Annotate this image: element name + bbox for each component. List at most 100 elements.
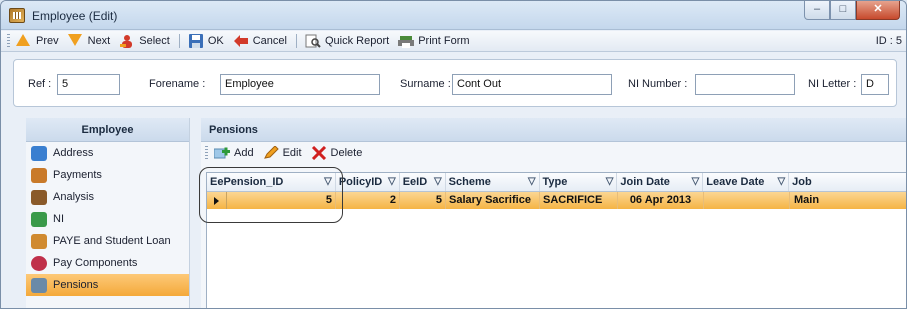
filter-funnel-icon[interactable]: ▽ (692, 176, 700, 187)
cell-leave-date[interactable] (704, 192, 790, 209)
sidebar-item-pay-components[interactable]: Pay Components (26, 252, 189, 274)
minimize-button[interactable]: – (804, 1, 830, 20)
pensions-grid: EePension_ID ▽ PolicyID ▽ EeID ▽ Scheme … (206, 172, 906, 308)
ni-letter-field[interactable]: D (861, 74, 889, 95)
edit-button[interactable]: Edit (263, 145, 302, 160)
column-header-scheme[interactable]: Scheme ▽ (446, 173, 540, 191)
save-disk-icon (188, 34, 204, 48)
window-controls: – □ ✕ (804, 1, 900, 20)
filter-funnel-icon[interactable]: ▽ (777, 176, 785, 187)
maximize-button[interactable]: □ (830, 1, 856, 20)
close-button[interactable]: ✕ (856, 1, 900, 20)
filter-funnel-icon[interactable]: ▽ (434, 176, 442, 187)
pensions-panel: Pensions Add Edit Delete EePension_ID ▽ … (201, 118, 906, 308)
column-label: Scheme (448, 176, 491, 188)
next-button[interactable]: Next (67, 34, 111, 48)
report-magnifier-icon (305, 34, 321, 48)
cancel-back-arrow-icon (233, 34, 249, 48)
quick-report-label: Quick Report (324, 35, 390, 47)
record-id: ID : 5 (875, 35, 902, 47)
arrow-down-icon (67, 34, 84, 48)
sidebar-title: Employee (26, 118, 189, 142)
toolbar-separator (295, 34, 297, 48)
quick-report-button[interactable]: Quick Report (305, 34, 389, 48)
ok-label: OK (207, 35, 224, 47)
forename-field[interactable]: Employee (220, 74, 380, 95)
column-header-eeid[interactable]: EeID ▽ (400, 173, 446, 191)
title-bar: Employee (Edit) – □ ✕ (1, 1, 906, 30)
print-form-button[interactable]: Print Form (398, 34, 470, 48)
sidebar-item-paye[interactable]: PAYE and Student Loan (26, 230, 189, 252)
sidebar-item-label: Pensions (53, 279, 99, 291)
sidebar-item-ni[interactable]: NI (26, 208, 189, 230)
cell-join-date[interactable]: 06 Apr 2013 (618, 192, 704, 209)
window-title: Employee (Edit) (32, 9, 118, 23)
cell-job[interactable]: Main (790, 192, 906, 209)
row-indicator-icon[interactable] (207, 192, 227, 209)
cell-eepension-id[interactable]: 5 (227, 192, 336, 209)
print-form-label: Print Form (418, 35, 470, 47)
toolbar-grip[interactable] (7, 34, 10, 48)
cell-eeid[interactable]: 5 (400, 192, 446, 209)
column-header-eepension-id[interactable]: EePension_ID ▽ (207, 173, 336, 191)
filter-funnel-icon[interactable]: ▽ (606, 176, 614, 187)
filter-funnel-icon[interactable]: ▽ (528, 176, 536, 187)
ok-button[interactable]: OK (188, 34, 224, 48)
add-icon (213, 146, 230, 160)
address-icon (31, 145, 47, 161)
employee-edit-window: Employee (Edit) – □ ✕ Prev Next Select O… (0, 0, 907, 309)
sidebar-item-pensions[interactable]: Pensions (26, 274, 189, 296)
surname-label: Surname : (400, 78, 451, 90)
column-label: EePension_ID (210, 176, 284, 188)
column-header-policyid[interactable]: PolicyID ▽ (336, 173, 400, 191)
select-button[interactable]: Select (119, 34, 170, 48)
sidebar-item-label: Payments (53, 169, 102, 181)
sidebar-item-label: Pay Components (53, 257, 138, 269)
employee-header-fields: Ref : 5 Forename : Employee Surname : Co… (13, 59, 897, 107)
cell-policyid[interactable]: 2 (336, 192, 400, 209)
column-label: Join Date (620, 176, 670, 188)
column-label: Type (542, 176, 568, 188)
column-header-job[interactable]: Job (789, 173, 906, 191)
sidebar-item-label: Analysis (53, 191, 94, 203)
grid-header: EePension_ID ▽ PolicyID ▽ EeID ▽ Scheme … (207, 173, 906, 192)
cancel-button[interactable]: Cancel (233, 34, 287, 48)
delete-x-icon (311, 145, 327, 161)
pensions-toolbar: Add Edit Delete (201, 142, 906, 164)
toolbar-grip[interactable] (205, 146, 208, 160)
pensions-icon (31, 277, 47, 293)
forename-label: Forename : (149, 78, 206, 90)
main-toolbar: Prev Next Select OK Cancel Quick Report … (1, 31, 906, 52)
select-user-icon (119, 34, 135, 48)
app-icon (9, 8, 25, 23)
prev-button[interactable]: Prev (16, 34, 59, 48)
pay-components-icon (31, 255, 47, 271)
sidebar-item-analysis[interactable]: Analysis (26, 186, 189, 208)
cell-scheme[interactable]: Salary Sacrifice (446, 192, 540, 209)
column-label: PolicyID (338, 176, 383, 188)
sidebar-item-address[interactable]: Address (26, 142, 189, 164)
sidebar-item-label: Address (53, 147, 94, 159)
add-label: Add (234, 147, 254, 159)
add-button[interactable]: Add (213, 146, 254, 160)
ni-number-field[interactable] (695, 74, 795, 95)
paye-icon (31, 233, 47, 249)
ref-field[interactable]: 5 (57, 74, 120, 95)
table-row[interactable]: 5 2 5 Salary Sacrifice SACRIFICE 06 Apr … (207, 192, 906, 209)
column-label: EeID (402, 176, 428, 188)
next-label: Next (87, 35, 111, 47)
select-label: Select (139, 35, 170, 47)
surname-field[interactable]: Cont Out (452, 74, 612, 95)
column-label: Job (792, 176, 812, 188)
filter-funnel-icon[interactable]: ▽ (324, 176, 332, 187)
ni-number-label: NI Number : (628, 78, 688, 90)
cell-type[interactable]: SACRIFICE (540, 192, 618, 209)
column-header-join-date[interactable]: Join Date ▽ (617, 173, 704, 191)
delete-button[interactable]: Delete (311, 145, 362, 161)
column-header-type[interactable]: Type ▽ (540, 173, 618, 191)
sidebar-item-payments[interactable]: Payments (26, 164, 189, 186)
column-header-leave-date[interactable]: Leave Date ▽ (703, 173, 790, 191)
ni-icon (31, 211, 47, 227)
ni-letter-label: NI Letter : (808, 78, 857, 90)
filter-funnel-icon[interactable]: ▽ (388, 176, 396, 187)
